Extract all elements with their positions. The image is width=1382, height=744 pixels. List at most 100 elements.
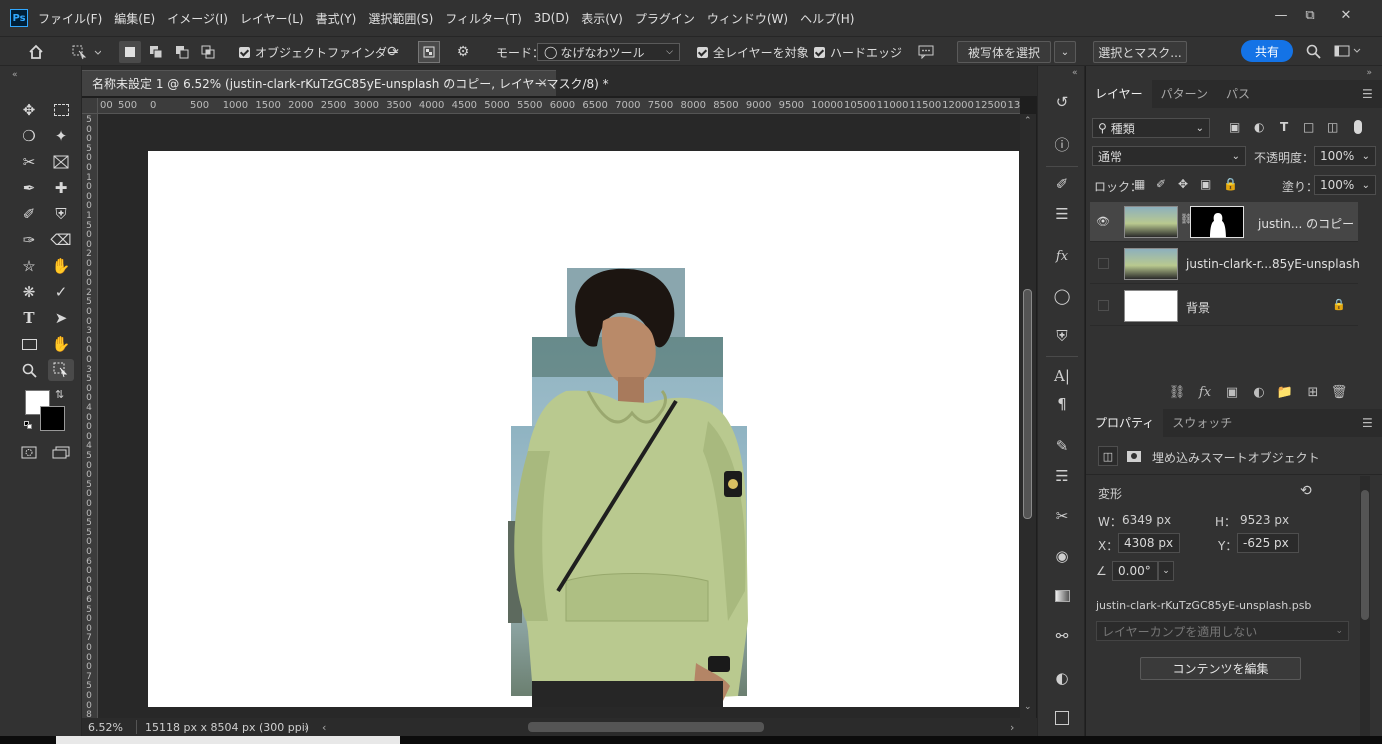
layer-mask-thumbnail[interactable]: [1190, 205, 1244, 238]
chevron-right-icon[interactable]: ›: [304, 721, 308, 734]
layer-row-copy[interactable]: 👁 ⛓ justin... のコピー: [1090, 202, 1358, 242]
new-selection-icon[interactable]: [119, 41, 141, 63]
character-styles-icon[interactable]: ☴: [1050, 464, 1074, 488]
select-and-mask-button[interactable]: 選択とマスク...: [1093, 41, 1187, 63]
new-group-folder-icon[interactable]: 📁: [1276, 385, 1294, 400]
eraser-tool-icon[interactable]: ⌫: [48, 229, 74, 251]
home-icon[interactable]: [25, 41, 47, 63]
menu-type[interactable]: 書式(Y): [310, 10, 363, 27]
path-selection-tool-icon[interactable]: ➤: [48, 307, 74, 329]
filter-toggle[interactable]: [1354, 120, 1362, 134]
pen-tool-icon[interactable]: ✓: [48, 281, 74, 303]
visibility-toggle[interactable]: [1098, 258, 1109, 269]
collapse-panel-icon[interactable]: «: [12, 70, 18, 80]
close-window-icon[interactable]: ✕: [1338, 8, 1354, 24]
angle-dropdown[interactable]: ⌄: [1158, 561, 1174, 581]
mode-select[interactable]: ◯ なげなわツール ⌵: [537, 43, 680, 61]
menu-3d[interactable]: 3D(D): [528, 11, 575, 25]
add-style-fx-icon[interactable]: fx: [1196, 385, 1214, 400]
share-button[interactable]: 共有: [1241, 40, 1293, 62]
menu-layer[interactable]: レイヤー(L): [234, 10, 310, 27]
lasso-tool-icon[interactable]: ❍: [16, 125, 42, 147]
type-tool-icon[interactable]: T: [16, 307, 42, 329]
edit-contents-button[interactable]: コンテンツを編集: [1140, 657, 1301, 680]
properties-scrollbar[interactable]: [1360, 476, 1370, 736]
hard-edge-checkbox[interactable]: ハードエッジ: [814, 37, 902, 67]
close-tab-icon[interactable]: ×: [537, 76, 548, 91]
tools-preset-icon[interactable]: ✂: [1050, 504, 1074, 528]
panel-menu-icon[interactable]: ☰: [1362, 87, 1374, 101]
zoom-tool-icon[interactable]: [16, 359, 42, 381]
workspace-switcher-icon[interactable]: [1332, 40, 1366, 62]
history-brush-tool-icon[interactable]: ✑: [16, 229, 42, 251]
marquee-tool-icon[interactable]: [48, 99, 74, 121]
add-mask-icon[interactable]: ▣: [1223, 385, 1241, 400]
channels-icon[interactable]: ⚯: [1050, 624, 1074, 648]
swap-colors-icon[interactable]: ⇅: [55, 388, 64, 401]
taskbar-window[interactable]: [56, 736, 400, 744]
info-icon[interactable]: ⓘ: [1050, 132, 1074, 156]
color-palette-icon[interactable]: ◉: [1050, 544, 1074, 568]
tab-paths[interactable]: パス: [1217, 80, 1259, 108]
styles-fx-icon[interactable]: fx: [1050, 244, 1074, 268]
layer-comp-select[interactable]: レイヤーカンプを適用しない ⌄: [1096, 621, 1349, 641]
brush-settings-icon[interactable]: ✐: [1050, 172, 1074, 196]
hand-tool-icon[interactable]: ✋: [48, 333, 74, 355]
filter-smart-object-icon[interactable]: ◫: [1327, 120, 1338, 134]
lock-all-icon[interactable]: 🔒: [1223, 177, 1238, 191]
paragraph-icon[interactable]: ¶: [1050, 392, 1074, 416]
adjustments-icon[interactable]: ☰: [1050, 202, 1074, 226]
zoom-level[interactable]: 6.52%: [88, 721, 136, 734]
libraries-icon[interactable]: ◯: [1050, 284, 1074, 308]
filter-shape-icon[interactable]: □: [1303, 120, 1314, 134]
layer-name[interactable]: justin... のコピー: [1258, 215, 1354, 232]
filter-adjustment-icon[interactable]: ◐: [1254, 120, 1264, 134]
angle-field[interactable]: 0.00°: [1112, 561, 1158, 581]
ruler-origin[interactable]: [82, 98, 98, 114]
history-icon[interactable]: ↺: [1050, 90, 1074, 114]
horizontal-ruler[interactable]: 00 500 0 500 1000 1500 2000 2500 3000 3500 4000 450…: [98, 98, 1020, 114]
smudge-tool-icon[interactable]: ✋: [48, 255, 74, 277]
menu-view[interactable]: 表示(V): [575, 10, 629, 27]
visibility-eye-icon[interactable]: 👁: [1096, 215, 1110, 229]
tab-properties[interactable]: プロパティ: [1086, 409, 1164, 437]
filter-pixel-icon[interactable]: ▣: [1229, 120, 1240, 134]
rectangle-tool-icon[interactable]: [16, 333, 42, 355]
fill-field[interactable]: 100% ⌄: [1314, 175, 1376, 195]
menu-select[interactable]: 選択範囲(S): [362, 10, 439, 27]
minimize-icon[interactable]: —: [1273, 8, 1289, 24]
document-tab[interactable]: 名称未設定 1 @ 6.52% (justin-clark-rKuTzGC85y…: [82, 70, 609, 96]
gradients-icon[interactable]: [1050, 584, 1074, 608]
eyedropper-tool-icon[interactable]: ✒: [16, 177, 42, 199]
lock-artboard-icon[interactable]: ▣: [1200, 177, 1211, 191]
blend-mode-select[interactable]: 通常 ⌄: [1092, 146, 1246, 166]
gear-icon[interactable]: ⚙: [452, 41, 474, 63]
default-colors-icon[interactable]: [24, 421, 32, 429]
restore-icon[interactable]: ⧉: [1302, 8, 1318, 24]
vertical-ruler[interactable]: 5005001000150020002500300035004000450050…: [82, 114, 98, 718]
lock-position-icon[interactable]: ✥: [1178, 177, 1188, 191]
reset-transform-icon[interactable]: ⟲: [1300, 483, 1312, 499]
expand-panels-icon[interactable]: «: [1072, 68, 1078, 78]
filter-type-icon[interactable]: T: [1280, 120, 1288, 134]
collapse-right-panel-icon[interactable]: »: [1366, 68, 1372, 78]
horizontal-scroll-thumb[interactable]: [528, 722, 764, 732]
character-icon[interactable]: A|: [1050, 364, 1074, 388]
tab-swatches[interactable]: スウォッチ: [1163, 409, 1241, 437]
tab-layers[interactable]: レイヤー: [1086, 80, 1152, 108]
object-finder-checkbox[interactable]: オブジェクトファインダー: [239, 37, 399, 67]
delete-layer-trash-icon[interactable]: 🗑: [1330, 385, 1348, 400]
scroll-left-icon[interactable]: ‹: [322, 721, 326, 734]
all-layers-checkbox[interactable]: 全レイヤーを対象: [697, 37, 809, 67]
refresh-icon[interactable]: ⟳: [382, 41, 404, 63]
scroll-down-icon[interactable]: ⌄: [1024, 702, 1032, 712]
background-color-swatch[interactable]: [40, 406, 65, 431]
document-info[interactable]: 15118 px x 8504 px (300 ppi): [145, 721, 309, 734]
intersect-selection-icon[interactable]: [197, 41, 219, 63]
paint-bucket-tool-icon[interactable]: ⛦: [16, 255, 42, 277]
properties-scroll-thumb[interactable]: [1361, 490, 1369, 620]
quick-selection-tool-icon[interactable]: ✦: [48, 125, 74, 147]
quick-mask-icon[interactable]: [16, 441, 42, 463]
y-field[interactable]: -625 px: [1237, 533, 1299, 553]
healing-brush-tool-icon[interactable]: ✚: [48, 177, 74, 199]
